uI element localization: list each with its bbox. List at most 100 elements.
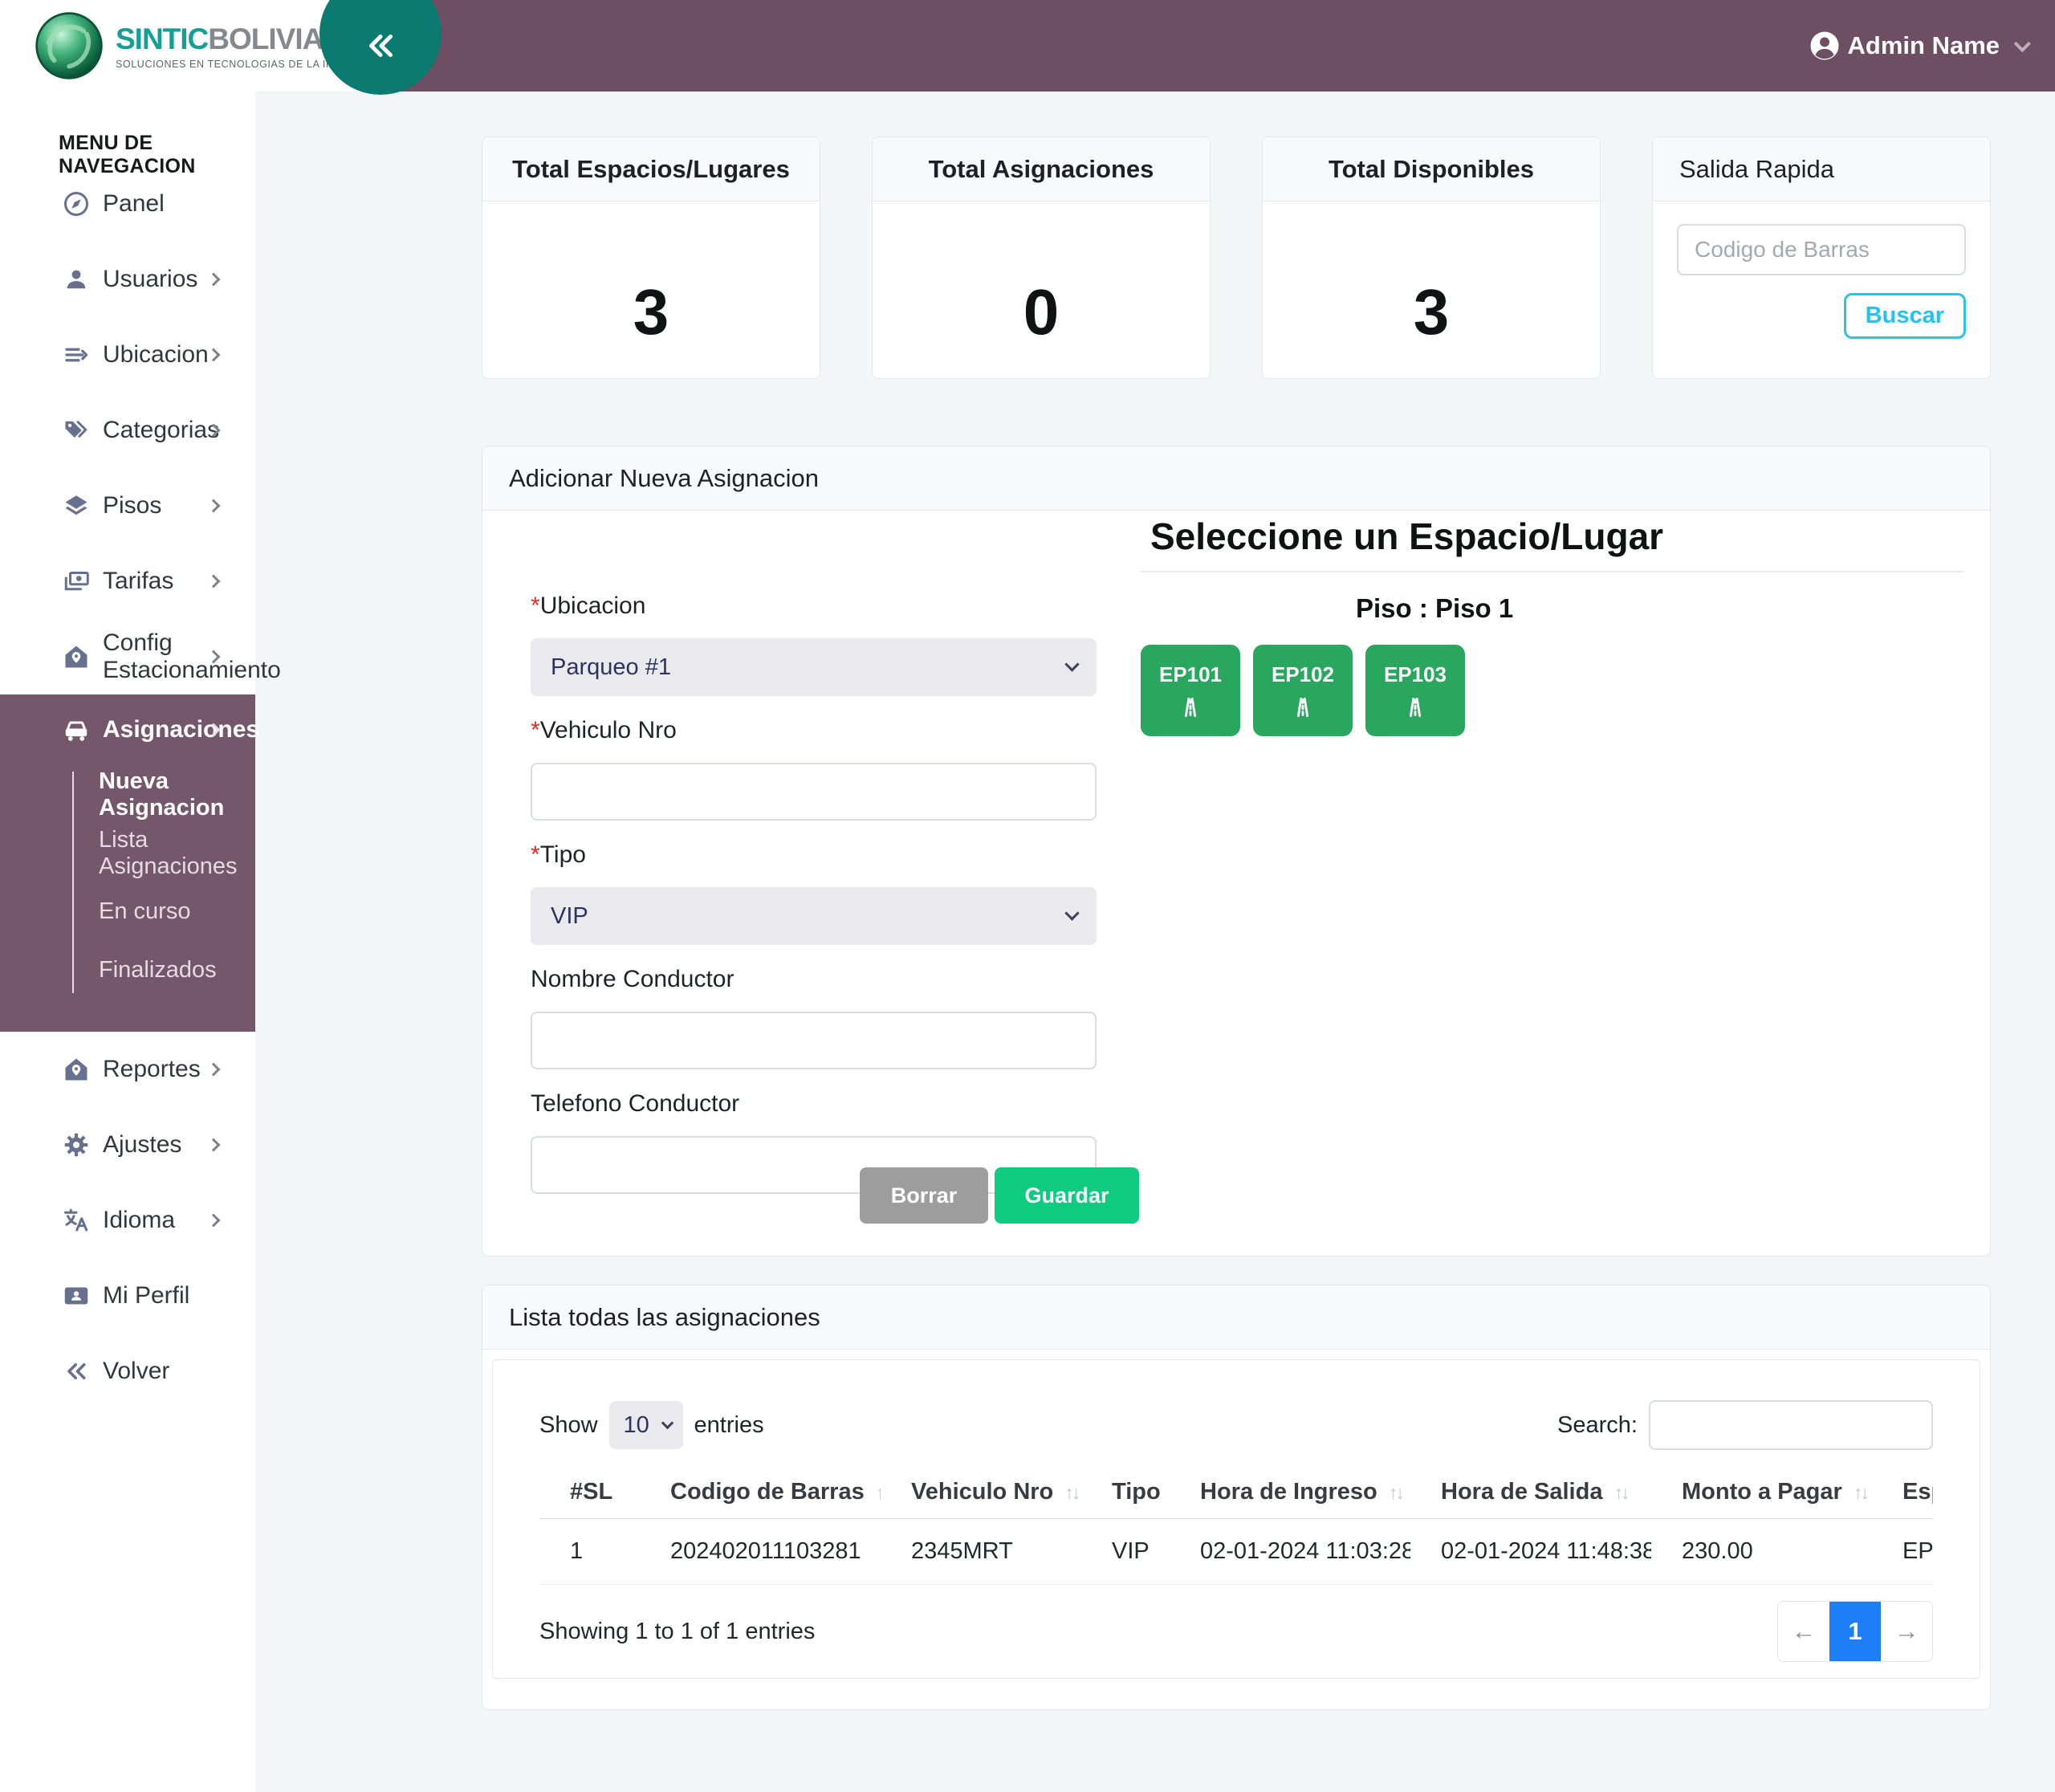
space-selector: Seleccione un Espacio/Lugar Piso : Piso … — [1141, 515, 1963, 736]
cell-salida: 02-01-2024 11:48:38 — [1410, 1519, 1651, 1585]
sidebar-item-asignaciones[interactable]: Asignaciones — [0, 694, 255, 765]
brand-secondary: BOLIVIA — [208, 22, 323, 55]
stat-value: 3 — [482, 202, 820, 379]
vehiculo-nro-input[interactable] — [531, 763, 1097, 821]
column-espacio-lugar[interactable]: Espacio/Lugar — [1872, 1474, 1933, 1519]
sidebar-item-ajustes[interactable]: Ajustes — [0, 1107, 255, 1183]
cell-ingreso: 02-01-2024 11:03:28 — [1170, 1519, 1410, 1585]
sidebar-subitem-lista-asignaciones[interactable]: Lista Asignaciones — [99, 824, 255, 882]
gear-icon — [62, 1130, 91, 1159]
chevron-right-icon — [207, 575, 221, 589]
topbar: Admin Name — [255, 0, 2055, 92]
sidebar-group-asignaciones: Asignaciones Nueva Asignacion Lista Asig… — [0, 694, 255, 1032]
sidebar-item-categorias[interactable]: Categorias — [0, 393, 255, 468]
stat-card-espacios: Total Espacios/Lugares 3 — [482, 136, 820, 379]
next-page-button[interactable]: → — [1881, 1602, 1932, 1661]
cell-vehiculo: 2345MRT — [881, 1519, 1081, 1585]
ubicacion-label: *Ubicacion — [531, 593, 645, 620]
sidebar-subitem-finalizados[interactable]: Finalizados — [99, 941, 255, 1000]
nueva-asignacion-card: Adicionar Nueva Asignacion *Ubicacion Pa… — [482, 446, 1991, 1256]
compass-icon — [62, 189, 91, 218]
page-1-button[interactable]: 1 — [1829, 1602, 1881, 1661]
previous-page-button[interactable]: ← — [1778, 1602, 1829, 1661]
cell-espacio: EP101 — [1872, 1519, 1933, 1585]
chevron-right-icon — [207, 273, 221, 287]
table-header-row: #SL Codigo de Barras↑↓ Vehiculo Nro↑↓ Ti… — [539, 1474, 1933, 1519]
column-monto-a-pagar[interactable]: Monto a Pagar↑↓ — [1651, 1474, 1872, 1519]
buscar-button[interactable]: Buscar — [1844, 293, 1966, 339]
guardar-button[interactable]: Guardar — [995, 1167, 1139, 1224]
layers-icon — [62, 491, 91, 520]
sidebar-item-reportes[interactable]: Reportes — [0, 1032, 255, 1107]
chevron-down-icon — [1064, 657, 1079, 671]
road-icon — [1291, 695, 1315, 719]
sidebar-item-pisos[interactable]: Pisos — [0, 468, 255, 544]
sort-icon: ↑↓ — [1854, 1482, 1867, 1504]
lista-asignaciones-card: Lista todas las asignaciones Show 10 ent… — [482, 1285, 1991, 1710]
stat-card-asignaciones: Total Asignaciones 0 — [872, 136, 1211, 379]
sidebar-item-mi-perfil[interactable]: Mi Perfil — [0, 1258, 255, 1334]
globe-logo-icon — [34, 10, 104, 81]
chevron-right-icon — [207, 1214, 221, 1228]
sidebar-item-volver[interactable]: Volver — [0, 1334, 255, 1409]
nombre-conductor-label: Nombre Conductor — [531, 966, 734, 993]
column-codigo-de-barras[interactable]: Codigo de Barras↑↓ — [640, 1474, 881, 1519]
chevron-down-icon — [1064, 906, 1079, 920]
vehiculo-nro-label: *Vehiculo Nro — [531, 717, 677, 744]
sidebar-item-tarifas[interactable]: Tarifas — [0, 544, 255, 619]
pagination: ← 1 → — [1777, 1601, 1933, 1662]
list-arrow-icon — [62, 340, 91, 369]
car-icon — [62, 715, 91, 744]
space-button-ep103[interactable]: EP103 — [1365, 645, 1465, 736]
divider — [1141, 571, 1963, 572]
double-chevron-left-icon — [362, 27, 399, 64]
chevron-right-icon — [207, 348, 221, 362]
column-tipo[interactable]: Tipo — [1081, 1474, 1170, 1519]
road-icon — [1403, 695, 1427, 719]
logo: SINTICBOLIVIA SOLUCIONES EN TECNOLOGIAS … — [0, 0, 366, 92]
id-card-icon — [62, 1281, 91, 1310]
borrar-button[interactable]: Borrar — [860, 1167, 988, 1224]
tipo-label: *Tipo — [531, 841, 586, 869]
salida-rapida-card: Salida Rapida Buscar — [1652, 136, 1991, 379]
admin-menu[interactable]: Admin Name — [1808, 0, 2026, 92]
sidebar-item-config-estacionamiento[interactable]: Config Estacionamiento — [0, 619, 255, 694]
column-sl[interactable]: #SL — [539, 1474, 640, 1519]
table-row: 1 202402011103281 2345MRT VIP 02-01-2024… — [539, 1519, 1933, 1585]
salida-rapida-title: Salida Rapida — [1653, 137, 1990, 202]
showing-entries-text: Showing 1 to 1 of 1 entries — [539, 1619, 815, 1645]
space-button-ep101[interactable]: EP101 — [1141, 645, 1240, 736]
column-hora-de-salida[interactable]: Hora de Salida↑↓ — [1410, 1474, 1651, 1519]
sidebar-item-usuarios[interactable]: Usuarios — [0, 242, 255, 317]
sidebar-item-ubicacion[interactable]: Ubicacion — [0, 317, 255, 393]
house-pin-icon — [62, 1055, 91, 1084]
page-size-select[interactable]: 10 — [609, 1401, 683, 1449]
chevron-right-icon — [207, 1063, 221, 1077]
road-icon — [1178, 695, 1202, 719]
form-title: Adicionar Nueva Asignacion — [482, 446, 1990, 511]
stat-value: 3 — [1263, 202, 1600, 379]
search-input[interactable] — [1649, 1400, 1933, 1450]
piso-title: Piso : Piso 1 — [1356, 593, 1963, 624]
sort-icon: ↑↓ — [1064, 1482, 1078, 1504]
chevron-down-icon — [2014, 35, 2031, 52]
sidebar-subitem-en-curso[interactable]: En curso — [99, 882, 255, 941]
asignaciones-submenu: Nueva Asignacion Lista Asignaciones En c… — [0, 765, 255, 1032]
ubicacion-select[interactable]: Parqueo #1 — [531, 638, 1097, 696]
tipo-select[interactable]: VIP — [531, 887, 1097, 945]
sort-icon: ↑↓ — [1613, 1482, 1627, 1504]
entries-label: entries — [694, 1412, 764, 1439]
user-circle-icon — [1808, 29, 1841, 63]
column-vehiculo-nro[interactable]: Vehiculo Nro↑↓ — [881, 1474, 1081, 1519]
stat-value: 0 — [873, 202, 1210, 379]
cell-monto: 230.00 — [1651, 1519, 1872, 1585]
banknote-icon — [62, 567, 91, 596]
nombre-conductor-input[interactable] — [531, 1012, 1097, 1069]
sidebar: MENU DE NAVEGACION Panel Usuarios Ubicac… — [0, 92, 255, 1792]
sidebar-item-panel[interactable]: Panel — [0, 166, 255, 242]
sidebar-item-idioma[interactable]: Idioma — [0, 1183, 255, 1258]
codigo-de-barras-input[interactable] — [1677, 224, 1966, 275]
sidebar-subitem-nueva-asignacion[interactable]: Nueva Asignacion — [99, 765, 255, 824]
column-hora-de-ingreso[interactable]: Hora de Ingreso↑↓ — [1170, 1474, 1410, 1519]
space-button-ep102[interactable]: EP102 — [1253, 645, 1353, 736]
